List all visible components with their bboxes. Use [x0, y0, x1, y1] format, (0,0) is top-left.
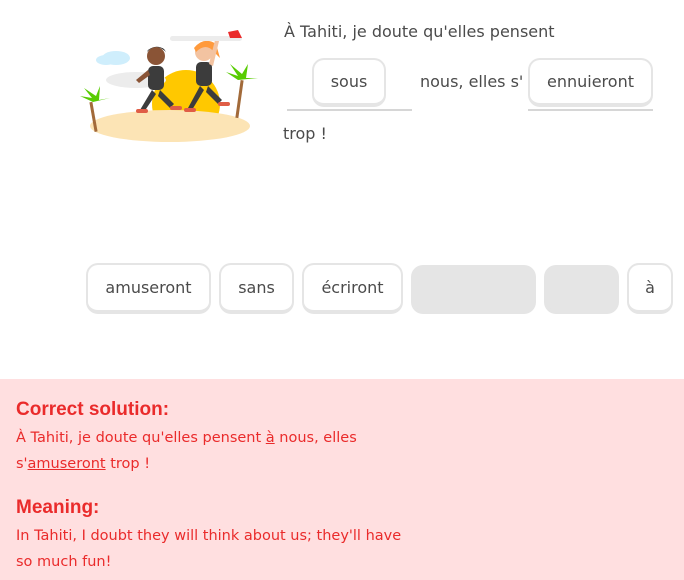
solution-text-segment: nous, elles [274, 430, 357, 446]
meaning-text: In Tahiti, I doubt they will think about… [16, 528, 402, 570]
prompt-text-part3: trop ! [283, 124, 327, 143]
word-bank-chip[interactable]: à [627, 263, 673, 314]
prompt-text-part2: nous, elles s' [420, 72, 524, 91]
correct-solution-text: À Tahiti, je doute qu'elles pensent à no… [16, 425, 416, 477]
answer-blank-line [287, 109, 412, 111]
solution-text-segment: s' [16, 456, 28, 472]
solution-text-segment: trop ! [105, 456, 151, 472]
palm-tree-icon [226, 64, 258, 119]
correct-solution-heading: Correct solution: [16, 399, 170, 420]
word-bank-chip[interactable]: amuseront [86, 263, 211, 314]
word-bank-chip[interactable]: sans [219, 263, 294, 314]
prompt-text-part1: À Tahiti, je doute qu'elles pensent [284, 22, 555, 41]
surfers-illustration [80, 30, 258, 142]
solution-answer-word: à [265, 430, 275, 446]
solution-answer-word: amuseront [27, 456, 106, 472]
answer-blank-line [528, 109, 653, 111]
word-bank-empty-slot [544, 265, 619, 314]
word-bank-empty-slot [411, 265, 536, 314]
selected-word-chip[interactable]: sous [312, 58, 386, 107]
cloud-icon [96, 51, 130, 65]
word-bank-chip[interactable]: écriront [302, 263, 403, 314]
selected-word-chip[interactable]: ennuieront [528, 58, 653, 107]
incorrect-feedback-panel: Correct solution: À Tahiti, je doute qu'… [0, 379, 684, 580]
meaning-heading: Meaning: [16, 497, 100, 518]
solution-text-segment: À Tahiti, je doute qu'elles pensent [16, 430, 266, 446]
